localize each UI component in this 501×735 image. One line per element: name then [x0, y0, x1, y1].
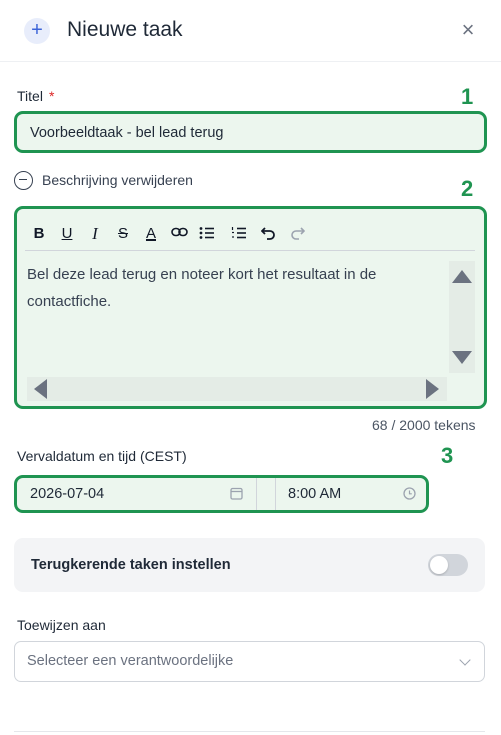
- title-input-value: Voorbeeldtaak - bel lead terug: [30, 125, 224, 141]
- recurring-task-toggle[interactable]: [428, 554, 468, 576]
- assignee-select[interactable]: Selecteer een verantwoordelijke: [14, 641, 485, 682]
- editor-toolbar: B U I S A: [25, 217, 475, 251]
- time-value: 8:00 AM: [288, 486, 342, 502]
- minus-circle-icon: [14, 170, 33, 190]
- title-label: Titel *: [17, 88, 55, 104]
- description-text[interactable]: Bel deze lead terug en noteer kort het r…: [27, 261, 447, 315]
- remove-description-button[interactable]: Beschrijving verwijderen: [14, 169, 193, 191]
- recurring-task-label: Terugkerende taken instellen: [31, 557, 231, 573]
- numbered-list-icon[interactable]: [229, 223, 249, 245]
- assignee-placeholder: Selecteer een verantwoordelijke: [27, 653, 234, 669]
- footer-divider: [14, 731, 485, 732]
- scroll-right-icon[interactable]: [426, 379, 439, 399]
- scroll-left-icon[interactable]: [34, 379, 47, 399]
- undo-icon[interactable]: [259, 223, 279, 245]
- italic-button[interactable]: I: [85, 223, 105, 245]
- close-icon[interactable]: ×: [456, 17, 480, 43]
- description-editor[interactable]: B U I S A Bel deze lead terug en noteer …: [14, 206, 487, 409]
- scroll-down-icon[interactable]: [452, 351, 472, 364]
- bullet-list-icon[interactable]: [197, 223, 217, 245]
- vertical-scrollbar[interactable]: [449, 261, 475, 373]
- time-input[interactable]: 8:00 AM: [275, 478, 426, 510]
- dialog-header: + Nieuwe taak ×: [0, 0, 501, 62]
- assign-label: Toewijzen aan: [17, 617, 106, 633]
- bold-button[interactable]: B: [29, 223, 49, 245]
- title-input[interactable]: Voorbeeldtaak - bel lead terug: [14, 111, 487, 153]
- strikethrough-button[interactable]: S: [113, 223, 133, 245]
- horizontal-scrollbar[interactable]: [27, 377, 447, 401]
- plus-icon: +: [24, 18, 50, 44]
- remove-description-label: Beschrijving verwijderen: [42, 172, 193, 188]
- clock-icon: [403, 487, 416, 500]
- due-date-label: Vervaldatum en tijd (CEST): [17, 448, 187, 464]
- required-mark: *: [48, 88, 55, 104]
- date-input[interactable]: 2026-07-04: [17, 478, 257, 510]
- underline-button[interactable]: U: [57, 223, 77, 245]
- redo-icon[interactable]: [287, 223, 307, 245]
- scroll-up-icon[interactable]: [452, 270, 472, 283]
- calendar-icon: [230, 487, 243, 500]
- dialog-title: Nieuwe taak: [67, 18, 183, 41]
- due-datetime-group: 2026-07-04 8:00 AM: [14, 475, 429, 513]
- annotation-1: 1: [461, 84, 474, 109]
- date-value: 2026-07-04: [30, 486, 105, 502]
- chevron-down-icon: [459, 654, 471, 666]
- recurring-task-row: Terugkerende taken instellen: [14, 538, 485, 592]
- link-icon[interactable]: [169, 223, 189, 245]
- token-counter: 68 / 2000 tekens: [372, 417, 476, 433]
- annotation-2: 2: [461, 176, 474, 201]
- text-color-button[interactable]: A: [141, 223, 161, 245]
- annotation-3: 3: [441, 443, 454, 468]
